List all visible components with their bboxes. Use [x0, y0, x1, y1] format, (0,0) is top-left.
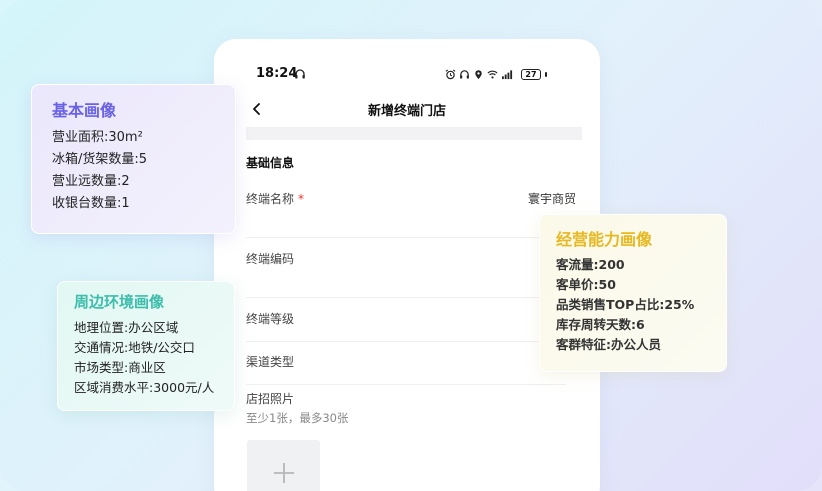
basic-profile-card: 基本画像 营业面积:30m² 冰箱/货架数量:5 营业远数量:2 收银台数量:1 — [31, 84, 236, 234]
terminal-name-label: 终端名称 * — [246, 192, 305, 206]
location-icon — [475, 69, 482, 79]
business-capability-title: 经营能力画像 — [556, 230, 653, 249]
headset-icon — [295, 69, 305, 79]
section-title: 基础信息 — [246, 156, 295, 170]
business-capability-card: 经营能力画像 客流量:200 客单价:50 品类销售TOP占比:25% 库存周转… — [539, 214, 727, 372]
environment-profile-title: 周边环境画像 — [74, 293, 165, 311]
basic-profile-title: 基本画像 — [52, 101, 117, 120]
terminal-name-value: 寰宇商贸 — [527, 192, 576, 206]
battery-icon: 27 — [521, 68, 541, 80]
form-row-channel-type[interactable]: 渠道类型 商 — [246, 353, 576, 385]
terminal-code-label: 终端编码 — [246, 252, 295, 266]
terminal-level-label: 终端等级 — [246, 312, 295, 326]
form-row-terminal-level[interactable]: 终端等级 重 — [246, 310, 576, 342]
channel-type-label: 渠道类型 — [246, 355, 295, 369]
basic-profile-line: 收银台数量:1 — [52, 196, 130, 211]
environment-profile-line: 地理位置:办公区域 — [74, 320, 179, 335]
plus-icon — [274, 463, 294, 483]
required-mark: * — [298, 192, 305, 206]
business-capability-line: 品类销售TOP占比:25% — [556, 297, 695, 312]
status-icons: 27 — [445, 67, 547, 81]
business-capability-lines: 客流量:200 客单价:50 品类销售TOP占比:25% 库存周转天数:6 客群… — [556, 255, 694, 355]
photo-upload-button[interactable] — [247, 440, 320, 491]
wifi-icon — [487, 70, 498, 79]
basic-profile-line: 冰箱/货架数量:5 — [52, 152, 148, 167]
status-time: 18:24 — [256, 66, 298, 81]
navigation-bar: 新增终端门店 — [214, 91, 600, 127]
business-capability-line: 客流量:200 — [556, 257, 625, 272]
business-capability-line: 客单价:50 — [556, 277, 616, 292]
storefront-photo-label: 店招照片 — [246, 392, 295, 406]
basic-profile-lines: 营业面积:30m² 冰箱/货架数量:5 营业远数量:2 收银台数量:1 — [52, 127, 147, 215]
environment-profile-line: 区域消费水平:3000元/人 — [74, 380, 215, 395]
alarm-icon — [445, 68, 456, 79]
environment-profile-card: 周边环境画像 地理位置:办公区域 交通情况:地铁/公交口 市场类型:商业区 区域… — [57, 281, 235, 411]
battery-cap — [545, 71, 547, 77]
storefront-photo-hint: 至少1张，最多30张 — [246, 411, 349, 425]
form-row-terminal-code[interactable]: 终端编码 42 — [246, 250, 576, 298]
environment-profile-line: 交通情况:地铁/公交口 — [74, 340, 195, 355]
cellular-signal-icon — [502, 69, 513, 79]
business-capability-line: 库存周转天数:6 — [556, 317, 645, 332]
environment-profile-line: 市场类型:商业区 — [74, 360, 166, 375]
section-divider — [246, 127, 582, 140]
basic-profile-line: 营业面积:30m² — [52, 130, 143, 145]
form-row-terminal-name[interactable]: 终端名称 * 寰宇商贸 — [246, 190, 576, 238]
environment-profile-lines: 地理位置:办公区域 交通情况:地铁/公交口 市场类型:商业区 区域消费水平:30… — [74, 318, 214, 398]
headphone-icon — [460, 69, 469, 79]
business-capability-line: 客群特征:办公人员 — [556, 337, 661, 352]
page-title: 新增终端门店 — [367, 104, 446, 119]
basic-profile-line: 营业远数量:2 — [52, 174, 130, 189]
